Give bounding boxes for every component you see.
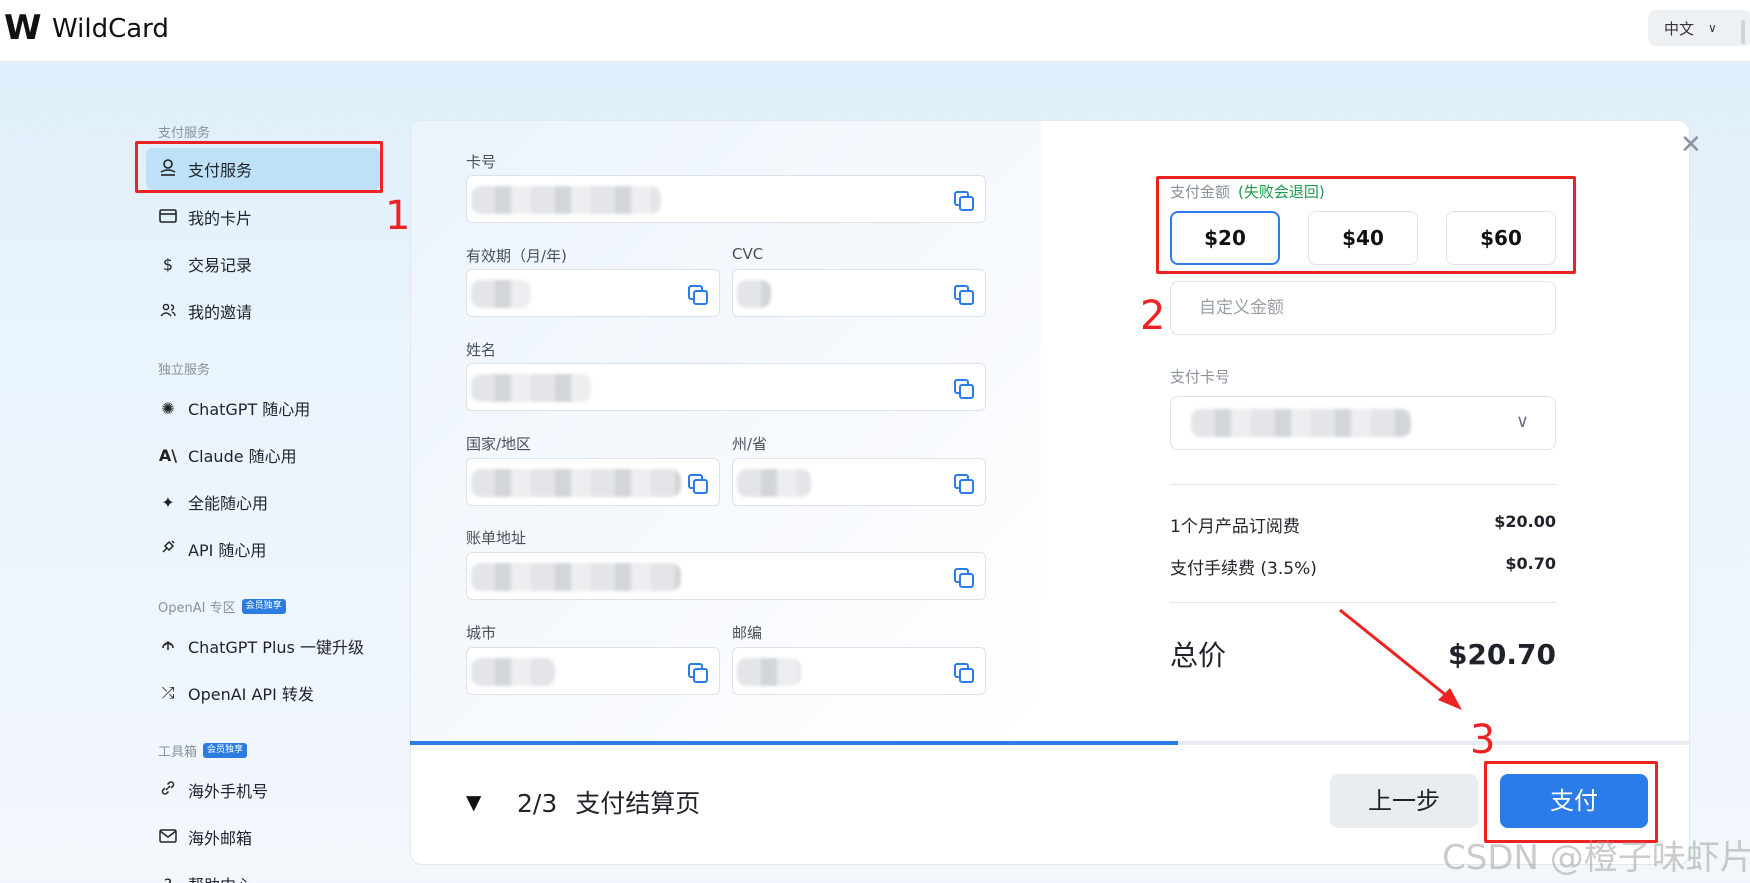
watermark: CSDN @橙子味虾片 bbox=[1442, 838, 1750, 878]
annotation-arrow bbox=[1339, 608, 1462, 710]
